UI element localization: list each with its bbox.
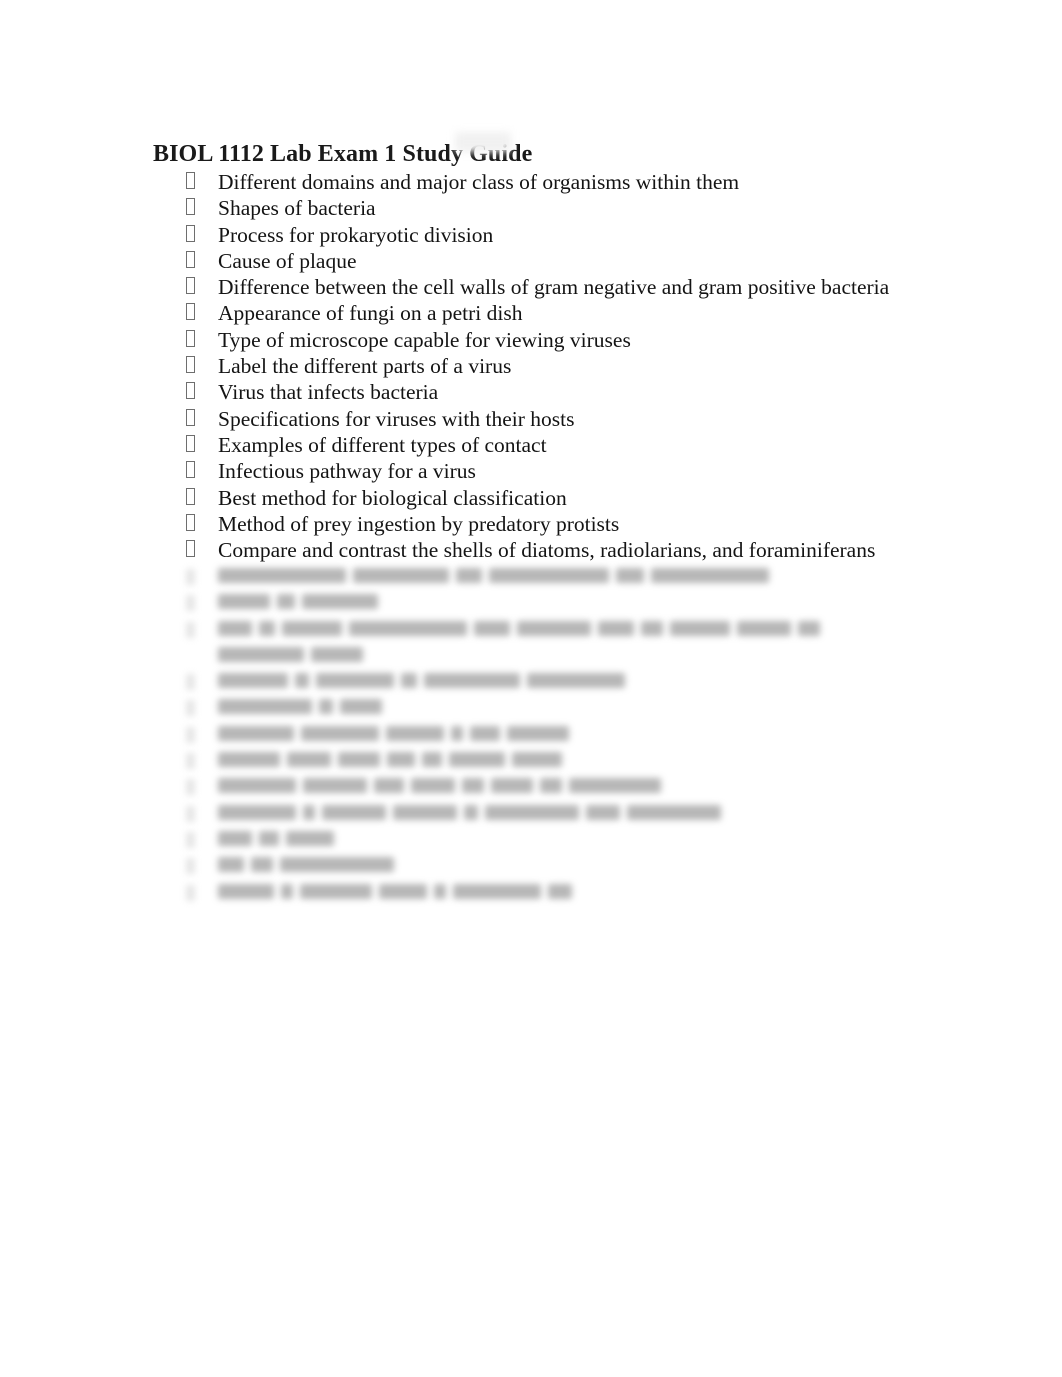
bullet-box-icon: [186, 224, 195, 242]
study-guide-list: Different domains and major class of org…: [0, 169, 1062, 563]
obscured-text: [218, 594, 385, 610]
list-item-label: Type of microscope capable for viewing v…: [218, 327, 631, 352]
obscured-list-item: [0, 618, 1062, 644]
obscured-list-item: [0, 854, 1062, 880]
list-item-label: Best method for biological classificatio…: [218, 485, 567, 510]
obscured-bullet-icon: [186, 805, 195, 822]
obscured-list-item: [0, 802, 1062, 828]
obscured-list-item: [0, 591, 1062, 617]
obscured-bullet-icon: [186, 700, 195, 717]
obscured-list-item: [0, 696, 1062, 722]
list-item-label: Process for prokaryotic division: [218, 222, 494, 247]
bullet-box-icon: [186, 356, 195, 374]
list-item-label: Virus that infects bacteria: [218, 380, 439, 405]
obscured-text: [218, 568, 776, 584]
list-item: Appearance of fungi on a petri dish: [0, 300, 1062, 326]
bullet-box-icon: [186, 277, 195, 295]
obscured-bullet-icon: [186, 753, 195, 770]
obscured-text: [218, 830, 341, 847]
list-item: Shapes of bacteria: [0, 195, 1062, 221]
list-item-label: Examples of different types of contact: [218, 432, 547, 457]
bullet-box-icon: [186, 250, 195, 268]
list-item: Virus that infects bacteria: [0, 379, 1062, 405]
list-item-label: Infectious pathway for a virus: [218, 459, 476, 484]
obscured-text: [218, 725, 576, 742]
list-item-label: Shapes of bacteria: [218, 196, 376, 221]
list-item-label: Method of prey ingestion by predatory pr…: [218, 511, 620, 536]
list-item-label: Different domains and major class of org…: [218, 170, 740, 194]
list-item-label: Compare and contrast the shells of diato…: [218, 538, 876, 563]
list-item: Method of prey ingestion by predatory pr…: [0, 511, 1062, 537]
page-title: BIOL 1112 Lab Exam 1 Study Guide: [153, 141, 533, 168]
list-item: Cause of plaque: [0, 248, 1062, 274]
bullet-box-icon: [186, 382, 195, 400]
obscured-bullet-icon: [186, 621, 195, 638]
list-item: Different domains and major class of org…: [0, 169, 1062, 195]
bullet-box-icon: [186, 461, 195, 479]
list-item: Examples of different types of contact: [0, 432, 1062, 458]
obscured-list-item: [0, 670, 1062, 696]
obscured-text: [218, 804, 728, 821]
obscured-text: [218, 857, 401, 873]
list-item: Type of microscope capable for viewing v…: [0, 327, 1062, 353]
obscured-bullet-icon: [186, 569, 195, 585]
obscured-list-item: [0, 723, 1062, 749]
obscured-bullet-icon: [186, 858, 195, 875]
list-item: Infectious pathway for a virus: [0, 458, 1062, 484]
obscured-text: [218, 778, 668, 794]
bullet-box-icon: [186, 303, 195, 321]
obscured-list-item: [0, 644, 1062, 670]
obscured-text: [218, 620, 827, 637]
obscured-list-item: [0, 775, 1062, 801]
bullet-box-icon: [186, 434, 195, 452]
bullet-box-icon: [186, 513, 195, 531]
list-item: Compare and contrast the shells of diato…: [0, 537, 1062, 563]
obscured-list-item: [0, 565, 1062, 591]
obscured-text: [218, 752, 569, 768]
obscured-bullet-icon: [186, 726, 195, 743]
list-item: Process for prokaryotic division: [0, 222, 1062, 248]
list-item: Best method for biological classificatio…: [0, 485, 1062, 511]
obscured-list-item: [0, 828, 1062, 854]
list-item-label: Specifications for viruses with their ho…: [218, 406, 575, 431]
bullet-box-icon: [186, 172, 195, 189]
obscured-text: [218, 883, 579, 900]
document-page: BIOL 1112 Lab Exam 1 Study Guide Differe…: [0, 0, 1062, 1377]
bullet-box-icon: [186, 487, 195, 505]
obscured-bullet-icon: [186, 674, 195, 691]
list-item-label: Appearance of fungi on a petri dish: [218, 301, 523, 326]
list-item-label: Label the different parts of a virus: [218, 354, 512, 379]
obscured-content-region: [0, 565, 1062, 905]
obscured-bullet-icon: [186, 831, 195, 848]
bullet-box-icon: [186, 329, 195, 347]
list-item: Label the different parts of a virus: [0, 353, 1062, 379]
list-item: Specifications for viruses with their ho…: [0, 406, 1062, 432]
obscured-text: [218, 646, 370, 663]
list-item-label: Difference between the cell walls of gra…: [218, 275, 890, 300]
list-item-label: Cause of plaque: [218, 248, 357, 273]
obscured-list-item: [0, 749, 1062, 775]
obscured-bullet-icon: [186, 884, 195, 901]
obscured-bullet-icon: [186, 779, 195, 796]
obscured-bullet-icon: [186, 595, 195, 612]
list-item: Difference between the cell walls of gra…: [0, 274, 1062, 300]
bullet-box-icon: [186, 198, 195, 216]
bullet-box-icon: [186, 408, 195, 426]
obscured-list-item: [0, 881, 1062, 907]
obscured-text: [218, 673, 632, 689]
bullet-box-icon: [186, 540, 195, 558]
obscured-text: [218, 699, 389, 715]
